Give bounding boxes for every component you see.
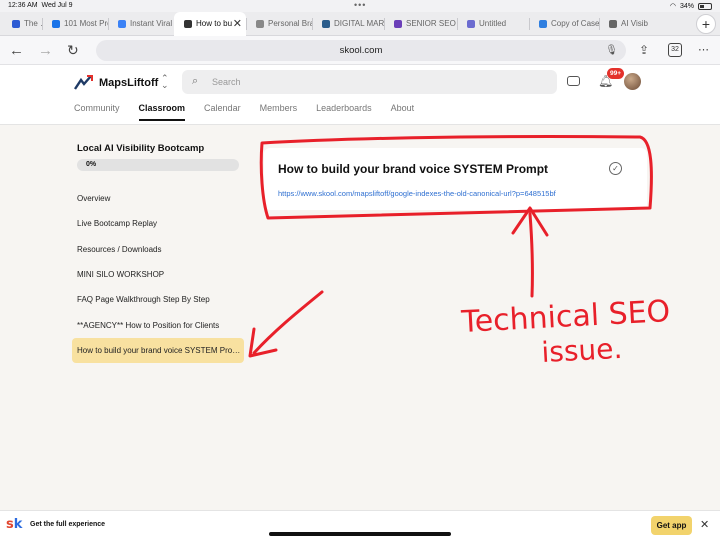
address-bar[interactable]: skool.com 🎙 [96,40,626,61]
new-tab-button[interactable]: + [696,14,716,34]
back-arrow-icon[interactable]: ← [9,42,24,59]
notification-badge: 99+ [607,68,625,79]
tab-label: Copy of Case [551,19,599,28]
close-icon[interactable]: ✕ [700,518,709,531]
lesson-card: How to build your brand voice SYSTEM Pro… [264,148,647,210]
lesson-link[interactable]: https://www.skool.com/mapsliftoff/google… [278,189,556,198]
tab-favicon [52,19,60,28]
microphone-icon[interactable]: 🎙 [605,40,618,61]
tab-favicon [467,19,475,28]
progress-label: 0% [86,161,97,168]
tab-count-button[interactable]: 32 [668,43,682,57]
lesson-list: Overview Live Bootcamp Replay Resources … [72,186,244,364]
course-progress-bar: 0% [77,159,239,171]
browser-tab[interactable]: The … [0,12,42,36]
get-app-button[interactable]: Get app [651,516,692,535]
tab-label: Untitled [479,19,507,28]
more-icon[interactable]: ⋯ [698,43,709,56]
lesson-item[interactable]: Resources / Downloads [72,237,244,262]
url-text: skool.com [339,45,383,56]
browser-tab[interactable]: 101 Most Pro [42,12,108,36]
tab-classroom[interactable]: Classroom [138,103,185,121]
lesson-item[interactable]: Overview [72,186,244,211]
site-header: MapsLiftoff ⌃ ⌄ ⌕ Search 🔔︎ 99+ Community… [0,65,720,125]
search-icon: ⌕ [192,75,199,87]
tab-members[interactable]: Members [260,103,298,121]
lesson-item[interactable]: Live Bootcamp Replay [72,211,244,236]
community-nav: Community Classroom Calendar Members Lea… [74,103,414,121]
status-bar: 12:36 AM Wed Jul 9 ••• ◠ 34% [0,0,720,12]
lesson-item[interactable]: MINI SILO WORKSHOP [72,262,244,287]
browser-tab[interactable]: Personal Bra [246,12,312,36]
annotation-text-line1: Technical SEO [460,294,671,340]
browser-tab-bar: The … 101 Most Pro Instant Viral How to … [0,11,720,36]
course-title: Local AI Visibility Bootcamp [77,143,205,154]
wifi-icon: ◠ [669,3,676,10]
status-right: ◠ 34% [670,2,712,10]
chat-icon[interactable] [567,76,580,86]
lesson-title: How to build your brand voice SYSTEM Pro… [278,162,549,176]
multitask-dots[interactable]: ••• [354,0,366,10]
browser-tab[interactable]: DIGITAL MAR [312,12,384,36]
tab-favicon [539,19,547,28]
annotation-text-line2: issue. [541,332,623,369]
share-icon[interactable]: ⇪ [639,43,649,57]
annotation-arrow-left [248,290,324,358]
browser-tab-active[interactable]: How to bu ✕ [174,11,246,36]
lesson-item[interactable]: FAQ Page Walkthrough Step By Step [72,287,244,312]
tab-favicon [12,19,20,28]
tab-label: DIGITAL MAR [334,19,384,28]
browser-tab[interactable]: Copy of Case [529,12,599,36]
search-input[interactable]: ⌕ Search [182,70,557,94]
tab-calendar[interactable]: Calendar [204,103,241,121]
battery-percent: 34% [679,2,694,10]
annotation-arrow-up [511,206,549,298]
tab-label: How to bu [196,19,233,28]
lesson-item[interactable]: **AGENCY** How to Position for Clients [72,312,244,337]
community-switcher-icon[interactable]: ⌃ ⌄ [161,74,169,90]
browser-tab[interactable]: Untitled [457,12,529,36]
battery-icon [698,2,712,10]
tab-favicon [609,19,617,28]
community-name[interactable]: MapsLiftoff [99,77,158,89]
banner-text: Get the full experience [30,521,106,528]
tab-favicon [256,19,264,28]
status-time: 12:36 AM Wed Jul 9 [8,2,73,9]
search-placeholder: Search [212,77,241,87]
lesson-item-active[interactable]: How to build your brand voice SYSTEM Pro… [72,337,244,364]
tab-leaderboards[interactable]: Leaderboards [316,103,372,121]
tab-label: SENIOR SEO [406,19,456,28]
tab-about[interactable]: About [391,103,415,121]
tab-community[interactable]: Community [74,103,120,121]
tab-favicon [184,19,192,28]
tab-label: Instant Viral [130,19,173,28]
tab-favicon [394,19,402,28]
close-tab-icon[interactable]: ✕ [233,17,242,30]
tab-favicon [322,19,330,28]
home-indicator[interactable] [269,532,451,536]
browser-tab[interactable]: AI Visib [599,12,653,36]
browser-tab[interactable]: SENIOR SEO [384,12,457,36]
avatar[interactable] [624,73,641,90]
reload-icon[interactable]: ↻ [67,42,79,59]
tab-label: Personal Bra [268,19,312,28]
forward-arrow-icon[interactable]: → [38,42,53,59]
tab-label: AI Visib [621,19,648,28]
skool-logo-icon: sk [6,517,23,532]
browser-tab[interactable]: Instant Viral [108,12,174,36]
browser-toolbar: ← → ↻ skool.com 🎙 ⇪ 32 ⋯ [0,36,720,65]
mark-complete-icon[interactable]: ✓ [609,162,622,175]
mapsliftoff-logo-icon[interactable] [74,75,94,91]
tab-favicon [118,19,126,28]
tab-label: 101 Most Pro [64,19,108,28]
tab-label: The … [24,19,42,28]
